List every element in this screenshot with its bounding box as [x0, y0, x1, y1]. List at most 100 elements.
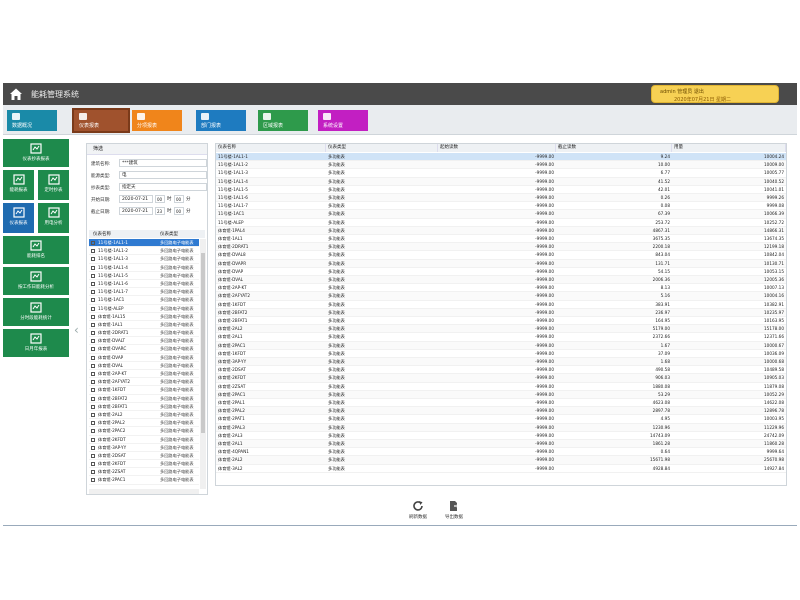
- meter-list-item[interactable]: 11号楼-1AL1-6 多回路电子电能表: [89, 280, 199, 289]
- checkbox[interactable]: [91, 404, 95, 409]
- meter-list-item[interactable]: 体育馆-2BFAT1 多回路电子电能表: [89, 403, 199, 411]
- meter-list-item[interactable]: 体育馆-2ZSAT 多回路电子电能表: [89, 468, 199, 477]
- meter-list-item[interactable]: 体育馆-2PAC2 多回路电子电能表: [89, 427, 199, 436]
- checkbox[interactable]: [91, 412, 95, 417]
- checkbox[interactable]: [91, 478, 95, 483]
- checkbox[interactable]: [91, 331, 95, 336]
- table-row[interactable]: 体育馆-2PAL1 多功能表 -9999.00 4623.08 14622.08: [216, 399, 786, 408]
- table-row[interactable]: 体育馆-2ZSAT 多功能表 -9999.00 1880.08 11879.08: [216, 383, 786, 391]
- energy-type-select[interactable]: 电: [119, 171, 207, 179]
- table-row[interactable]: 体育馆-2AFYAT2 多功能表 -9999.00 5.16 10004.16: [216, 292, 786, 301]
- meter-list-item[interactable]: 体育馆-2DRAT1 多回路电子电能表: [89, 329, 199, 338]
- table-row[interactable]: 体育馆-DVAL8 多功能表 -9999.00 843.04 10842.04: [216, 251, 786, 260]
- checkbox[interactable]: [91, 429, 95, 434]
- table-row[interactable]: 体育馆-3AL2 多功能表 -9999.00 4928.84 14927.84: [216, 465, 786, 473]
- meter-list-item[interactable]: 体育馆-3AP-YY 多回路电子电能表: [89, 444, 199, 452]
- meter-list-item[interactable]: 11号楼-1AL1-7 多回路电子电能表: [89, 288, 199, 297]
- meter-list-hscrollbar[interactable]: [89, 489, 199, 494]
- meter-list-item[interactable]: 体育馆-2KFDT 多回路电子电能表: [89, 460, 199, 469]
- meter-list-item[interactable]: 体育馆-2DSAT 多回路电子电能表: [89, 452, 199, 461]
- meter-list-item[interactable]: 体育馆-2KFDT 多回路电子电能表: [89, 436, 199, 444]
- end-date-input[interactable]: 2020-07-21: [119, 207, 153, 215]
- collapse-arrow-icon[interactable]: ‹: [74, 323, 82, 337]
- meter-list-item[interactable]: 11号楼-1AC1 多回路电子电能表: [89, 296, 199, 305]
- checkbox[interactable]: [91, 347, 95, 352]
- checkbox[interactable]: [91, 249, 95, 254]
- checkbox[interactable]: [91, 396, 95, 401]
- home-icon[interactable]: [9, 87, 23, 101]
- meter-list-item[interactable]: 体育馆-1KFDT 多回路电子电能表: [89, 386, 199, 395]
- tab-2[interactable]: 仪表报表: [72, 108, 130, 133]
- table-row[interactable]: 11号楼-1AL1-3 多功能表 -9999.00 6.77 10005.77: [216, 169, 786, 178]
- scrollbar-thumb[interactable]: [201, 253, 205, 433]
- checkbox[interactable]: [91, 314, 95, 319]
- checkbox[interactable]: [91, 322, 95, 327]
- meter-list-item[interactable]: 11号楼-1AL1-3 多回路电子电能表: [89, 255, 199, 264]
- table-row[interactable]: 体育馆-2PAT1 多功能表 -9999.00 4.95 10003.95: [216, 415, 786, 424]
- nav-item-3[interactable]: 定时抄表: [38, 170, 69, 200]
- meter-list-item[interactable]: 体育馆-DVARC 多回路电子电能表: [89, 345, 199, 354]
- meter-list-item[interactable]: 体育馆-2AFYAT2 多回路电子电能表: [89, 378, 199, 387]
- meter-list-item[interactable]: 体育馆-2AL2 多回路电子电能表: [89, 411, 199, 420]
- tab-1[interactable]: 数据概况: [7, 110, 57, 131]
- table-row[interactable]: 体育馆-2BFAT2 多功能表 -9999.00 236.97 10235.97: [216, 308, 786, 317]
- end-minute-input[interactable]: 00: [174, 207, 184, 215]
- nav-item-5[interactable]: 用电分析: [38, 203, 69, 233]
- table-row[interactable]: 体育馆-2DSAT 多功能表 -9999.00 490.58 10489.58: [216, 366, 786, 375]
- checkbox[interactable]: [91, 241, 95, 245]
- meter-list-item[interactable]: 体育馆-DVALT 多回路电子电能表: [89, 337, 199, 346]
- checkbox[interactable]: [91, 380, 95, 385]
- checkbox[interactable]: [91, 372, 95, 376]
- table-row[interactable]: 体育馆-2AP-KT 多功能表 -9999.00 8.13 10007.13: [216, 284, 786, 293]
- table-row[interactable]: 体育馆-2DRAT1 多功能表 -9999.00 2200.18 12199.18: [216, 243, 786, 252]
- table-row[interactable]: 体育馆-2PAC1 多功能表 -9999.00 53.29 10052.29: [216, 390, 786, 399]
- meter-list-item[interactable]: 11号楼-1AL1-5 多回路电子电能表: [89, 272, 199, 280]
- table-row[interactable]: 体育馆-2PAC1 多功能表 -9999.00 1.67 10000.67: [216, 341, 786, 350]
- grid-col-type[interactable]: 仪表类型: [326, 144, 438, 152]
- checkbox[interactable]: [91, 437, 95, 442]
- user-line[interactable]: admin 管理员 退出: [660, 88, 704, 95]
- tab-4[interactable]: 部门报表: [196, 110, 246, 131]
- meter-list-scrollbar[interactable]: [200, 239, 206, 489]
- meter-list-item[interactable]: 体育馆-DVAP 多回路电子电能表: [89, 354, 199, 362]
- table-row[interactable]: 11号楼-1AL1-7 多功能表 -9999.00 0.08 9999.08: [216, 202, 786, 211]
- start-date-input[interactable]: 2020-07-21: [119, 195, 153, 203]
- start-hour-input[interactable]: 00: [155, 195, 165, 203]
- meter-list-item[interactable]: 体育馆-1AL1 多回路电子电能表: [89, 321, 199, 330]
- export-button[interactable]: 导出数据: [439, 500, 469, 524]
- nav-item-2[interactable]: 能耗报表: [3, 170, 34, 200]
- nav-item-1[interactable]: 仪表抄表报表: [3, 139, 69, 167]
- table-row[interactable]: 11号楼-1AL1-4 多功能表 -9999.00 41.52 10040.52: [216, 177, 786, 186]
- table-row[interactable]: 11号楼-1AL1-5 多功能表 -9999.00 42.01 10041.01: [216, 186, 786, 194]
- meter-list-item[interactable]: 11号楼-1AL1-4 多回路电子电能表: [89, 264, 199, 272]
- table-row[interactable]: 11号楼-1AL1-2 多功能表 -9999.00 10.00 10009.00: [216, 161, 786, 170]
- start-minute-input[interactable]: 00: [174, 195, 184, 203]
- grid-col-start[interactable]: 起始读数: [438, 144, 556, 152]
- refresh-button[interactable]: 刷新数据: [403, 500, 433, 524]
- meter-list-item[interactable]: 体育馆-1AL15 多回路电子电能表: [89, 313, 199, 321]
- table-row[interactable]: 体育馆-2PAL3 多功能表 -9999.00 1230.96 11229.96: [216, 423, 786, 432]
- checkbox[interactable]: [91, 290, 95, 295]
- meter-list-item[interactable]: 11号楼-1AL1-2 多回路电子电能表: [89, 247, 199, 256]
- table-row[interactable]: 体育馆-2AL1 多功能表 -9999.00 2372.66 12371.66: [216, 333, 786, 342]
- tab-6[interactable]: 系统设置: [318, 110, 368, 131]
- meter-list-item[interactable]: 体育馆-2BFAT2 多回路电子电能表: [89, 395, 199, 403]
- table-row[interactable]: 体育馆-DVAP 多功能表 -9999.00 54.15 10053.15: [216, 268, 786, 276]
- table-row[interactable]: 11号楼-1AL1-6 多功能表 -9999.00 0.26 9999.26: [216, 194, 786, 203]
- table-row[interactable]: 11号楼-1AC1 多功能表 -9999.00 67.39 10066.39: [216, 210, 786, 219]
- meter-list-item[interactable]: 11号楼-1AL1-1 多回路电子电能表: [89, 239, 199, 248]
- meter-list-item[interactable]: 体育馆-2AP-KT 多回路电子电能表: [89, 370, 199, 379]
- checkbox[interactable]: [91, 421, 95, 426]
- table-row[interactable]: 11号楼-1AL1-1 多功能表 -9999.00 9.24 10004.24: [216, 153, 786, 162]
- checkbox[interactable]: [91, 462, 95, 467]
- table-row[interactable]: 体育馆-2PAL2 多功能表 -9999.00 2897.78 12896.78: [216, 407, 786, 416]
- table-row[interactable]: 体育馆-DVAL 多功能表 -9999.00 2006.36 12005.36: [216, 276, 786, 285]
- checkbox[interactable]: [91, 453, 95, 458]
- table-row[interactable]: 11号楼-ALEP 多功能表 -9999.00 253.72 10252.72: [216, 219, 786, 227]
- checkbox[interactable]: [91, 445, 95, 450]
- tab-3[interactable]: 分项报表: [132, 110, 182, 131]
- end-hour-input[interactable]: 23: [155, 207, 165, 215]
- checkbox[interactable]: [91, 355, 95, 360]
- table-row[interactable]: 体育馆-DVAPR 多功能表 -9999.00 131.71 10130.71: [216, 259, 786, 268]
- nav-item-9[interactable]: 日月年报表: [3, 329, 69, 357]
